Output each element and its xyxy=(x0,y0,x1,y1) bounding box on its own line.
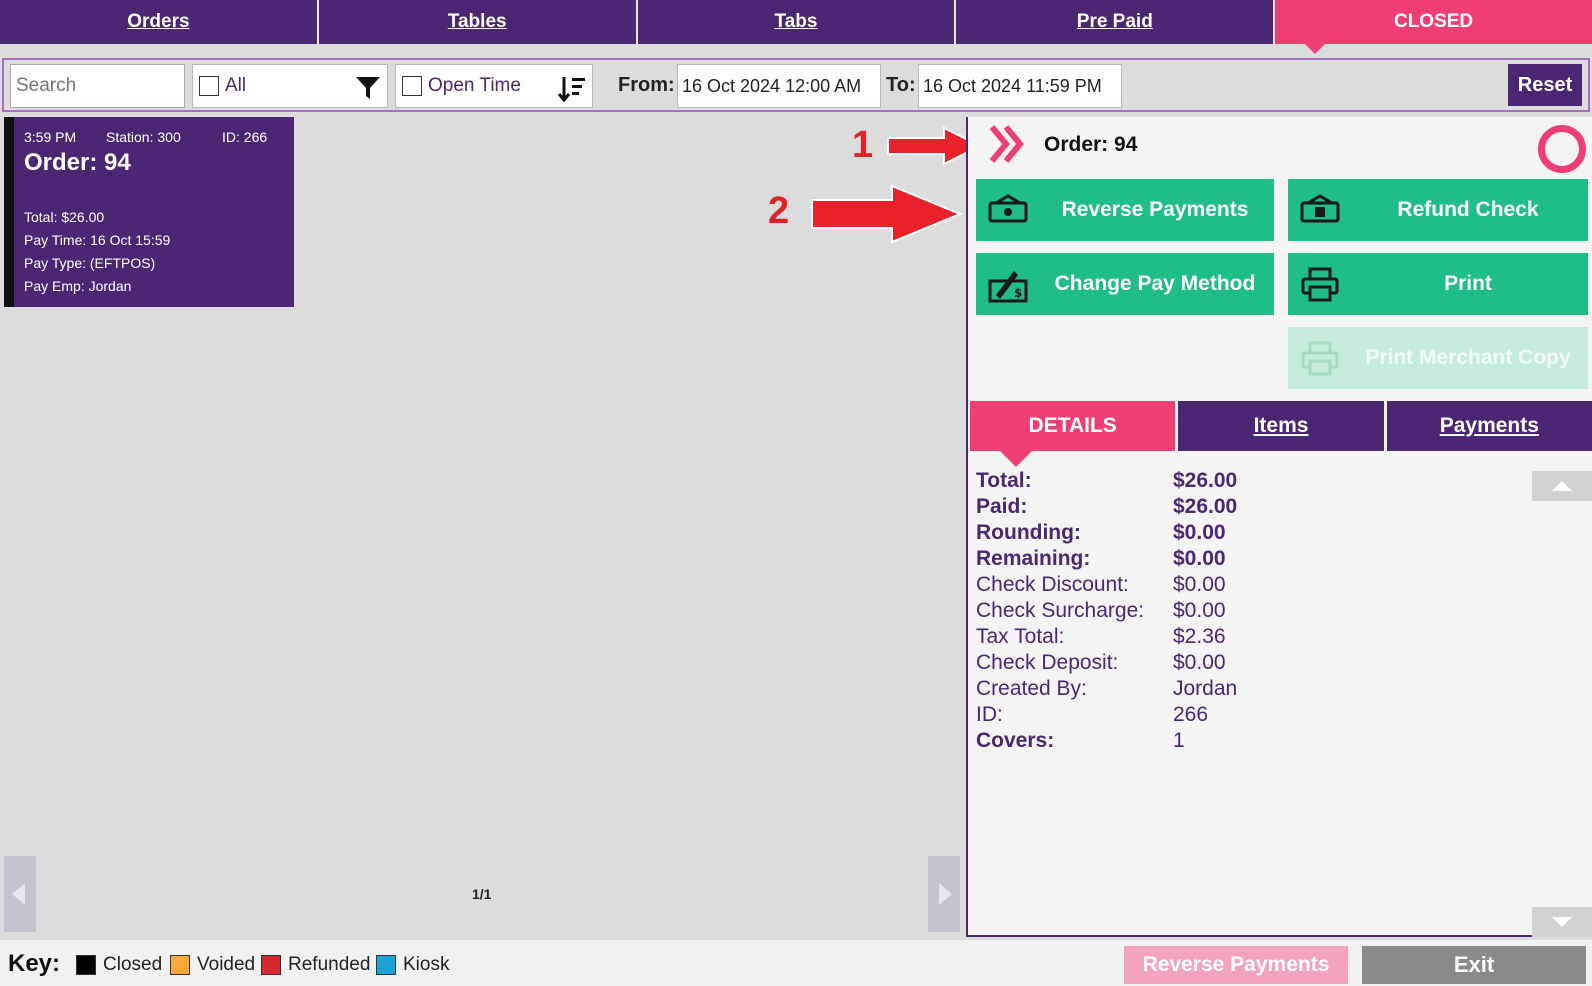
refund-money-icon xyxy=(1300,194,1340,223)
card-pay-type: Pay Type: (EFTPOS) xyxy=(24,255,156,271)
print-button[interactable]: Print xyxy=(1288,253,1588,315)
tab-details[interactable]: DETAILS xyxy=(970,401,1179,467)
card-pay-time: Pay Time: 16 Oct 15:59 xyxy=(24,232,171,248)
all-label: All xyxy=(225,75,247,96)
top-nav: Orders Tables Tabs Pre Paid CLOSED xyxy=(0,0,1592,54)
search-input[interactable] xyxy=(10,64,185,108)
printer-disabled-icon xyxy=(1301,341,1339,376)
detail-row: Check Surcharge: $0.00 xyxy=(976,599,1226,622)
next-page-button[interactable] xyxy=(928,856,960,932)
open-time-label: Open Time xyxy=(428,75,521,96)
detail-row: Covers: 1 xyxy=(976,729,1185,752)
cheque-pen-icon: $ xyxy=(988,271,1028,303)
key-item-label: Closed xyxy=(103,954,163,975)
annotation-number-2: 2 xyxy=(768,190,790,232)
from-label: From: xyxy=(618,74,675,96)
panel-order-title: Order: 94 xyxy=(1044,133,1138,156)
key-refunded: Refunded xyxy=(261,954,370,976)
scroll-down-button[interactable] xyxy=(1532,907,1592,937)
filter-icon[interactable] xyxy=(355,75,381,101)
card-id: ID: 266 xyxy=(222,129,268,145)
reverse-payments-button[interactable]: Reverse Payments xyxy=(976,179,1274,241)
key-item-label: Kiosk xyxy=(403,954,450,975)
detail-row: Tax Total: $2.36 xyxy=(976,625,1226,648)
reset-button[interactable]: Reset xyxy=(1508,64,1582,106)
details-list: Total: $26.00 Paid: $26.00 Rounding: $0.00 … xyxy=(976,469,1536,755)
annotation-number-1: 1 xyxy=(852,124,874,166)
key-swatch xyxy=(261,955,281,975)
detail-row: Check Deposit: $0.00 xyxy=(976,651,1226,674)
all-checkbox[interactable] xyxy=(199,76,219,96)
key-item-label: Voided xyxy=(197,954,256,975)
refund-check-button[interactable]: Refund Check xyxy=(1288,179,1588,241)
tab-pre-paid[interactable]: Pre Paid xyxy=(956,0,1276,44)
card-total: Total: $26.00 xyxy=(24,209,105,225)
collapse-chevron-icon[interactable] xyxy=(988,123,1028,165)
card-station: Station: 300 xyxy=(106,129,181,145)
page-count: 1/1 xyxy=(472,886,492,902)
detail-row: Paid: $26.00 xyxy=(976,495,1238,518)
prev-page-button[interactable] xyxy=(4,856,36,932)
change-pay-method-button[interactable]: $ Change Pay Method xyxy=(976,253,1274,315)
annotation-arrow-2-icon xyxy=(811,184,962,244)
open-time-checkbox[interactable] xyxy=(402,76,422,96)
key-kiosk: Kiosk xyxy=(376,954,449,976)
key-item-label: Refunded xyxy=(288,954,371,975)
card-pay-emp: Pay Emp: Jordan xyxy=(24,278,132,294)
to-label: To: xyxy=(886,74,916,96)
detail-row: Check Discount: $0.00 xyxy=(976,573,1226,596)
tab-payments[interactable]: Payments xyxy=(1386,401,1592,451)
key-swatch xyxy=(76,955,96,975)
status-ring-icon xyxy=(1538,125,1586,173)
key-voided: Voided xyxy=(170,954,255,976)
card-time: 3:59 PM xyxy=(24,129,77,145)
filter-bar: All Open Time From: 16 Oct 2024 12:00 AM… xyxy=(2,58,1590,112)
detail-row: Total: $26.00 xyxy=(976,469,1238,492)
key-label: Key: xyxy=(8,950,61,977)
bottom-bar: Key: Closed Voided Refunded Kiosk Revers… xyxy=(0,940,1592,986)
detail-row: Remaining: $0.00 xyxy=(976,547,1226,570)
tab-items[interactable]: Items xyxy=(1178,401,1387,451)
bottom-reverse-payments-button[interactable]: Reverse Payments xyxy=(1124,946,1348,984)
order-card[interactable]: 3:59 PM Station: 300 ID: 266 Order: 94 T… xyxy=(4,117,294,307)
exit-button[interactable]: Exit xyxy=(1362,946,1586,984)
key-swatch xyxy=(376,955,396,975)
money-icon xyxy=(988,194,1028,223)
tab-closed[interactable]: CLOSED xyxy=(1275,0,1592,54)
key-closed: Closed xyxy=(76,954,162,976)
card-order-number: Order: 94 xyxy=(24,149,131,176)
tab-tabs[interactable]: Tabs xyxy=(637,0,957,44)
open-time-filter[interactable]: Open Time xyxy=(395,64,593,108)
svg-text:$: $ xyxy=(1014,286,1022,300)
order-detail-panel: Order: 94 Reverse Payments Refund Check … xyxy=(966,117,1592,937)
to-date-field[interactable]: 16 Oct 2024 11:59 PM xyxy=(918,64,1122,108)
key-swatch xyxy=(170,955,190,975)
print-merchant-copy-button[interactable]: Print Merchant Copy xyxy=(1288,327,1588,389)
from-date-field[interactable]: 16 Oct 2024 12:00 AM xyxy=(677,64,881,108)
detail-tabs: DETAILS Items Payments xyxy=(970,401,1592,467)
detail-row: Rounding: $0.00 xyxy=(976,521,1226,544)
sort-icon[interactable] xyxy=(558,75,586,103)
scroll-up-button[interactable] xyxy=(1532,471,1592,501)
all-filter[interactable]: All xyxy=(192,64,388,108)
tab-orders[interactable]: Orders xyxy=(0,0,319,44)
detail-row: ID: 266 xyxy=(976,703,1209,726)
tab-tables[interactable]: Tables xyxy=(318,0,638,44)
detail-row: Created By: Jordan xyxy=(976,677,1238,700)
printer-icon xyxy=(1301,267,1339,302)
